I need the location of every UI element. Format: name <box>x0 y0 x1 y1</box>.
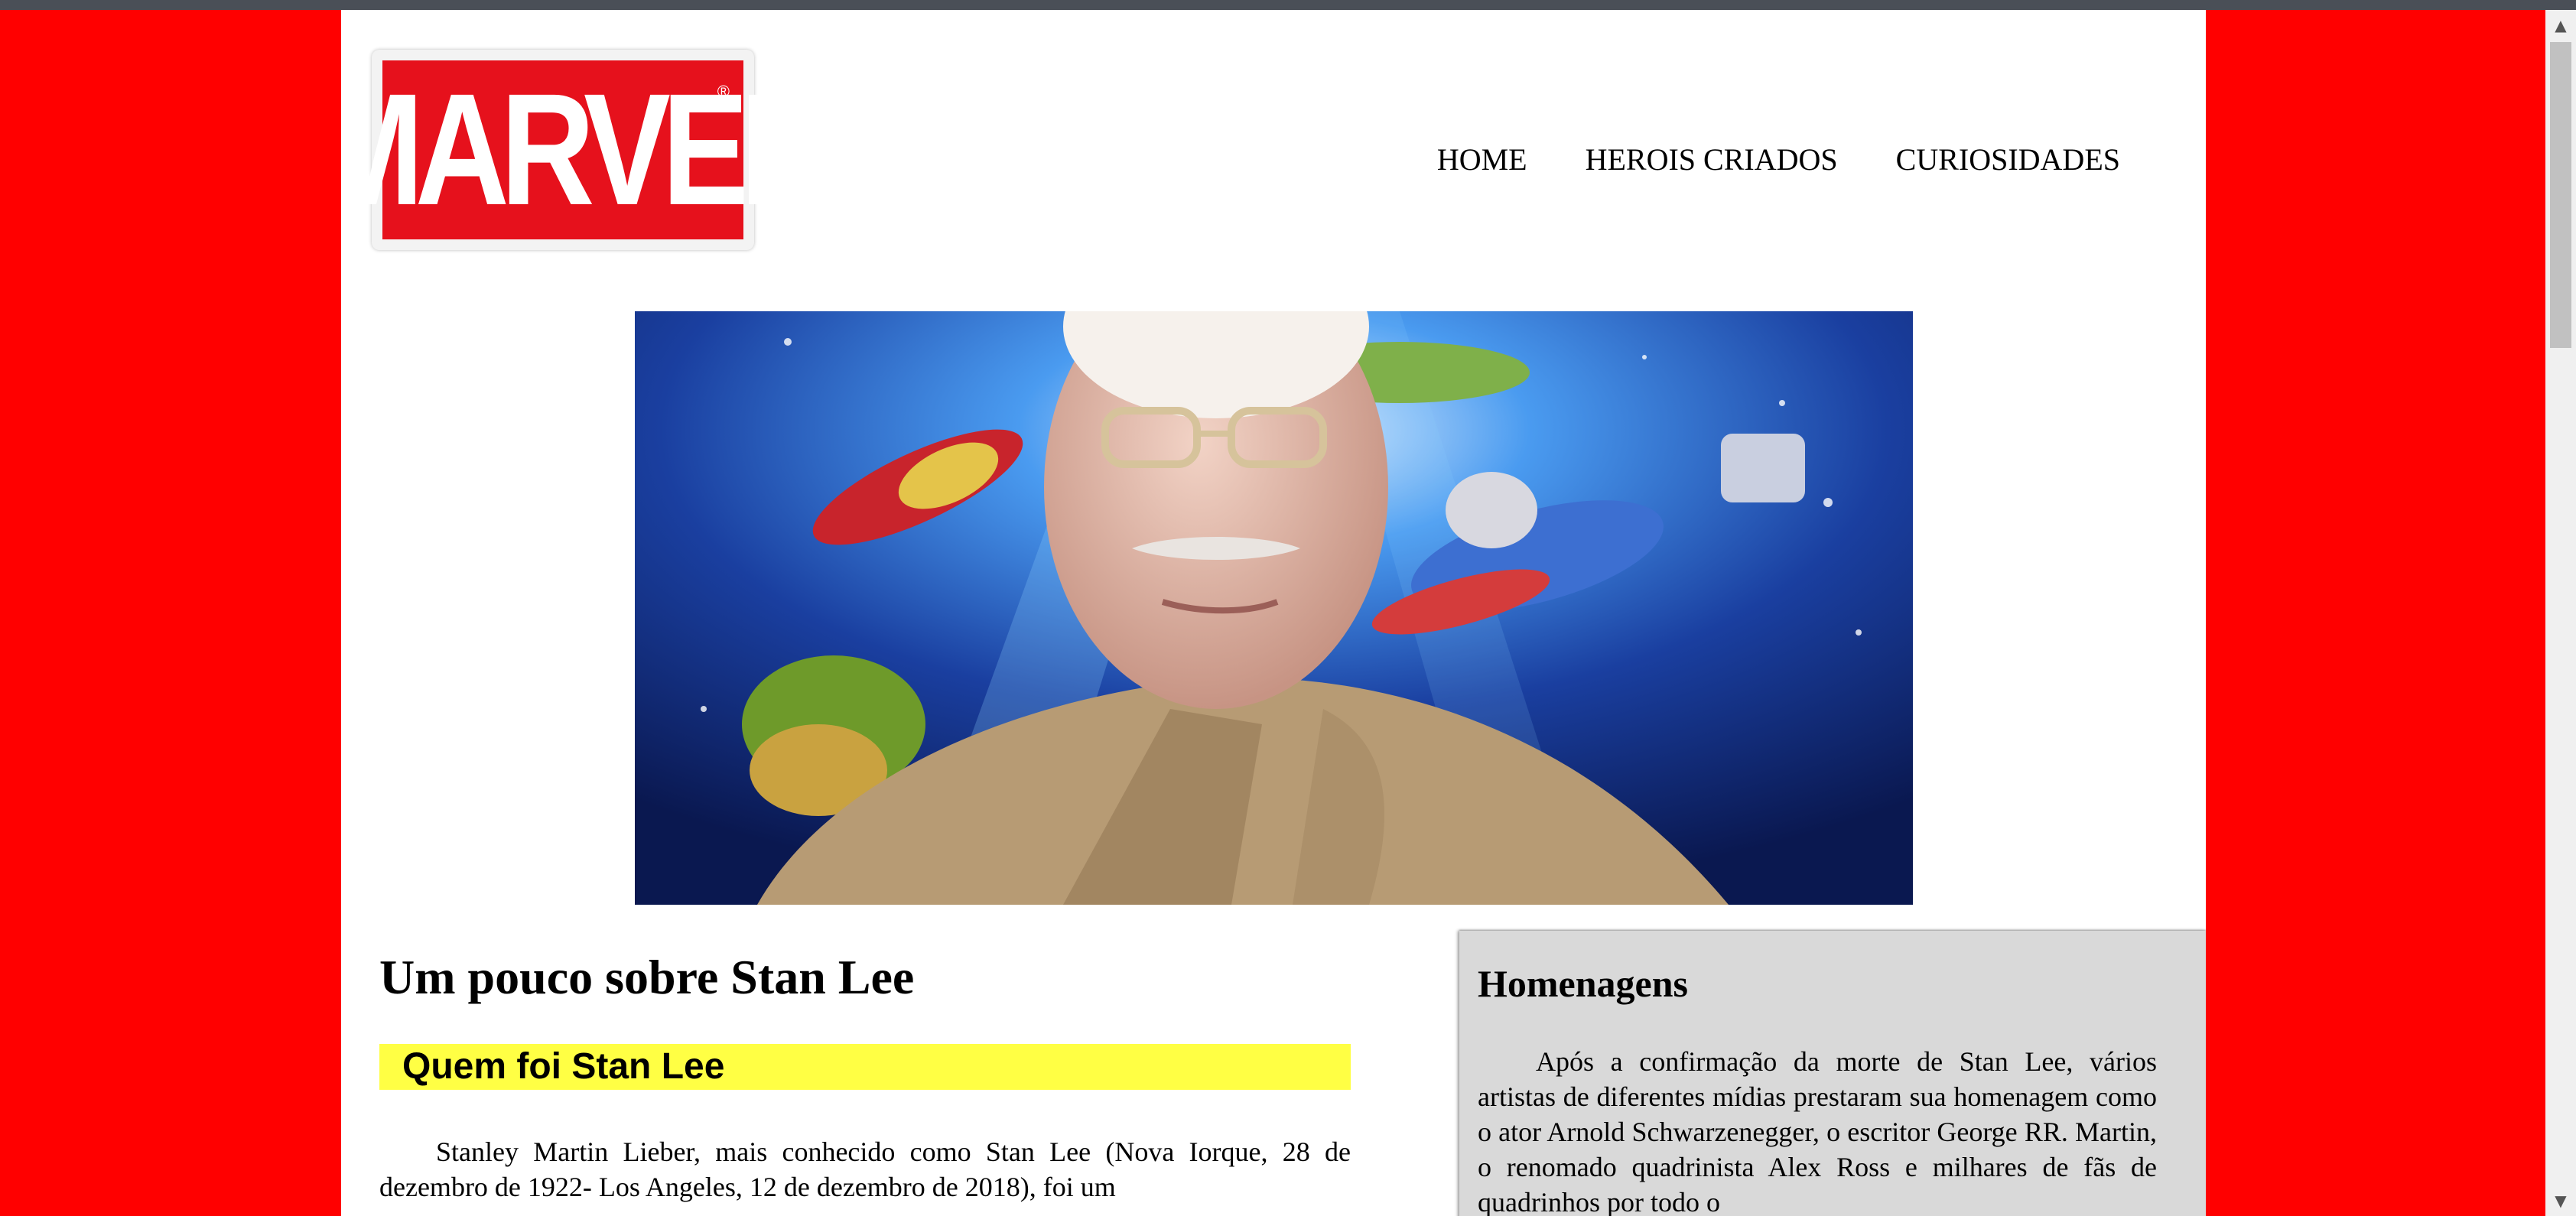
nav-home-link[interactable]: HOME <box>1437 141 1527 177</box>
hero-illustration <box>635 311 1913 905</box>
marvel-logo[interactable]: MARVEL ® <box>341 50 820 250</box>
browser-top-bar <box>0 0 2576 10</box>
scroll-thumb[interactable] <box>2550 42 2571 348</box>
scroll-up-icon[interactable]: ▲ <box>2545 10 2576 41</box>
sidebar-title: Homenagens <box>1478 962 1688 1005</box>
hero-image <box>635 311 1913 905</box>
registered-mark: ® <box>717 82 730 101</box>
logo-badge: MARVEL ® <box>341 60 820 239</box>
bio-paragraph: Stanley Martin Lieber, mais conhecido co… <box>379 1136 1351 1202</box>
nav-curiosidades-link[interactable]: CURIOSIDADES <box>1896 141 2120 177</box>
scroll-down-icon[interactable]: ▼ <box>2545 1185 2576 1216</box>
section-heading: Quem foi Stan Lee <box>379 1044 1351 1090</box>
nav-herois-criados-link[interactable]: HEROIS CRIADOS <box>1586 141 1838 177</box>
page-title: Um pouco sobre Stan Lee <box>379 950 915 1004</box>
page-container: MARVEL ® HOME HEROIS CRIADOS CURIOSIDADE… <box>341 10 2206 1216</box>
main-nav: HOME HEROIS CRIADOS CURIOSIDADES <box>1437 141 2120 177</box>
sidebar-paragraph: Após a confirmação da morte de Stan Lee,… <box>1478 1046 2157 1216</box>
logo-text: MARVEL <box>341 61 820 239</box>
homenagens-sidebar: Homenagens Após a confirmação da morte d… <box>1459 931 2206 1216</box>
vertical-scrollbar[interactable]: ▲ ▼ <box>2545 10 2576 1216</box>
